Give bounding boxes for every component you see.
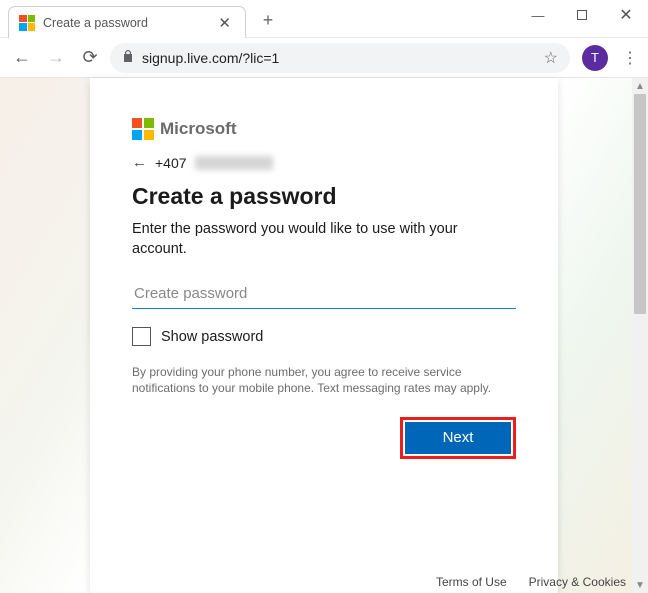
new-tab-button[interactable]: + <box>256 10 280 31</box>
page-heading: Create a password <box>132 183 516 210</box>
forward-button[interactable]: → <box>42 44 70 72</box>
menu-icon[interactable]: ⋮ <box>620 48 640 68</box>
microsoft-favicon <box>19 15 35 31</box>
microsoft-logo-icon <box>132 118 154 140</box>
scrollbar-track[interactable]: ▲ ▼ <box>632 78 648 593</box>
window-controls: — ✕ <box>516 0 648 30</box>
bookmark-star-icon[interactable]: ☆ <box>544 48 558 68</box>
browser-tab[interactable]: Create a password ✕ <box>8 6 246 38</box>
scrollbar-up-icon[interactable]: ▲ <box>632 78 648 94</box>
privacy-cookies-link[interactable]: Privacy & Cookies <box>529 575 626 589</box>
page-subheading: Enter the password you would like to use… <box>132 220 516 259</box>
page-viewport: Microsoft ← +407 Create a password Enter… <box>0 78 648 593</box>
next-button-highlight: Next <box>400 417 516 459</box>
microsoft-brand-text: Microsoft <box>160 119 237 139</box>
window-maximize-button[interactable] <box>560 0 604 30</box>
footer-links: Terms of Use Privacy & Cookies <box>436 575 626 589</box>
show-password-label: Show password <box>161 329 263 345</box>
identity-phone-prefix: +407 <box>155 155 187 171</box>
tab-title: Create a password <box>43 16 214 30</box>
signup-card: Microsoft ← +407 Create a password Enter… <box>90 78 558 593</box>
scrollbar-down-icon[interactable]: ▼ <box>632 577 648 593</box>
back-arrow-icon[interactable]: ← <box>132 154 147 171</box>
next-button[interactable]: Next <box>405 422 511 454</box>
show-password-checkbox[interactable] <box>132 327 151 346</box>
microsoft-logo: Microsoft <box>132 118 516 140</box>
identity-row[interactable]: ← +407 <box>132 154 516 171</box>
reload-button[interactable]: ⟳ <box>76 44 104 72</box>
window-minimize-button[interactable]: — <box>516 0 560 30</box>
profile-avatar[interactable]: T <box>582 45 608 71</box>
browser-toolbar: ← → ⟳ signup.live.com/?lic=1 ☆ T ⋮ <box>0 38 648 78</box>
back-button[interactable]: ← <box>8 44 36 72</box>
address-bar[interactable]: signup.live.com/?lic=1 ☆ <box>110 43 570 73</box>
actions-row: Next <box>132 417 516 459</box>
password-input[interactable] <box>132 281 516 309</box>
scrollbar-thumb[interactable] <box>634 94 646 314</box>
url-text: signup.live.com/?lic=1 <box>142 50 536 66</box>
window-titlebar: Create a password ✕ + — ✕ <box>0 0 648 38</box>
window-close-button[interactable]: ✕ <box>604 0 648 30</box>
tab-close-icon[interactable]: ✕ <box>214 14 235 32</box>
identity-phone-redacted <box>195 156 273 170</box>
terms-of-use-link[interactable]: Terms of Use <box>436 575 507 589</box>
lock-icon <box>122 49 134 66</box>
legal-text: By providing your phone number, you agre… <box>132 364 516 396</box>
show-password-row[interactable]: Show password <box>132 327 516 346</box>
